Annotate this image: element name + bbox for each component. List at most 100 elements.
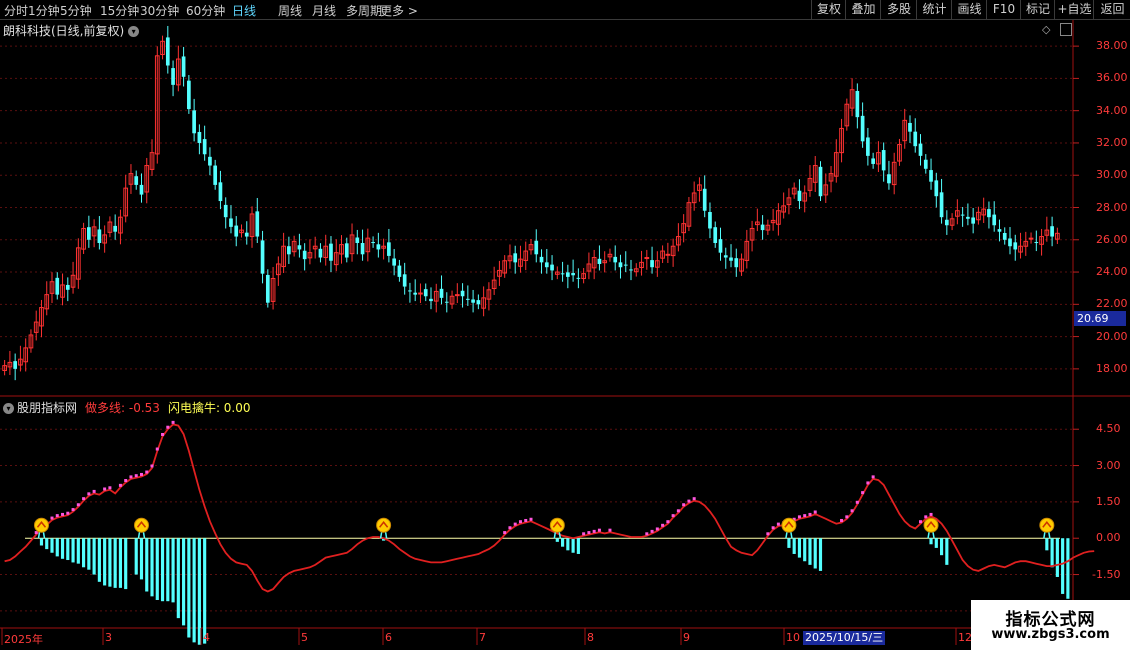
signal-stem	[558, 532, 562, 539]
candle-body-down	[571, 273, 575, 276]
candle-body-down	[397, 265, 402, 277]
signal-stem	[1043, 532, 1046, 539]
indicator-dot	[592, 529, 596, 533]
candle-body-down	[713, 227, 718, 243]
bull-signal-icon	[781, 517, 797, 533]
candle-body-down	[213, 165, 218, 185]
price-tick-label: 18.00	[1096, 361, 1128, 375]
indicator-dot	[50, 516, 54, 520]
price-tick-label: 20.00	[1096, 329, 1128, 343]
price-tick-label: 26.00	[1096, 232, 1128, 246]
date-label: 7	[479, 631, 486, 644]
indicator-dot	[61, 512, 65, 516]
candle-body-down	[729, 257, 733, 261]
watermark-url: www.zbgs3.com	[991, 627, 1110, 642]
candle-body-down	[708, 212, 712, 229]
indicator-dot	[661, 523, 665, 527]
indicator-dot	[650, 529, 654, 533]
candle-body-down	[866, 137, 870, 156]
candle-body-down	[871, 158, 875, 164]
indicator-dot	[171, 420, 175, 424]
indicator-dot	[850, 509, 854, 513]
candle-body-down	[550, 264, 554, 271]
indicator-dot	[55, 514, 59, 518]
candle-body-down	[355, 237, 360, 243]
candle-body-down	[192, 110, 196, 134]
date-label: 2025年	[4, 633, 43, 646]
candle-body-down	[597, 258, 602, 264]
indicator-tick-label: 3.00	[1096, 458, 1121, 472]
candle-body-down	[413, 292, 418, 295]
candle-body-down	[971, 217, 975, 224]
candle-body-down	[513, 253, 518, 263]
indicator-dot	[34, 531, 38, 535]
indicator-dot	[161, 432, 165, 436]
signal-stem	[384, 532, 388, 539]
indicator-dot	[66, 511, 70, 515]
bull-signal-icon	[133, 517, 149, 533]
bull-signal-icon	[33, 517, 49, 533]
candle-body-down	[629, 269, 633, 271]
indicator-dot	[503, 531, 507, 535]
candle-body-up	[644, 257, 650, 260]
indicator-dot	[676, 509, 680, 513]
candle-body-up	[454, 294, 460, 297]
candle-body-down	[208, 156, 212, 166]
indicator-dot	[139, 472, 143, 476]
indicator-dot	[771, 526, 775, 530]
candle-body-down	[718, 239, 723, 253]
indicator-dot	[597, 528, 601, 532]
indicator-dot	[508, 526, 512, 530]
candle-body-down	[387, 242, 391, 256]
signal-stem	[137, 532, 141, 539]
date-label: 4	[203, 631, 210, 644]
indicator-dot	[518, 520, 522, 524]
current-price-badge: 20.69	[1074, 311, 1126, 326]
signal-stem	[142, 532, 146, 539]
indicator-tick-label: -1.50	[1092, 567, 1121, 581]
signal-stem	[42, 532, 46, 539]
indicator-dot	[671, 514, 675, 518]
indicator-dot	[845, 515, 849, 519]
candle-body-down	[1002, 232, 1007, 240]
candle-body-down	[439, 288, 444, 298]
price-tick-label: 24.00	[1096, 265, 1128, 279]
candle-body-down	[966, 216, 970, 219]
candle-body-down	[423, 289, 428, 297]
indicator-dot	[134, 474, 138, 478]
candle-body-down	[255, 211, 260, 237]
indicator-dot	[108, 486, 112, 490]
candle-body-down	[187, 80, 191, 110]
candle-body-down	[376, 244, 381, 250]
indicator-dot	[929, 512, 933, 516]
candle-body-down	[929, 170, 933, 182]
candle-body-down	[171, 68, 175, 85]
bull-signal-icon	[549, 517, 565, 533]
indicator-dot	[766, 532, 770, 536]
indicator-dot	[855, 500, 859, 504]
candle-body-down	[939, 192, 944, 218]
candle-body-down	[244, 232, 249, 237]
indicator-tick-label: 4.50	[1096, 422, 1121, 436]
candle-body-down	[613, 256, 618, 263]
candle-body-down	[260, 240, 265, 274]
signal-stem	[37, 532, 41, 539]
indicator-dot	[919, 520, 923, 524]
chart-area[interactable]	[0, 0, 1130, 650]
candle-body-down	[297, 245, 302, 250]
candle-body-down	[287, 246, 291, 255]
price-tick-label: 38.00	[1096, 39, 1128, 53]
candle-body-down	[818, 166, 823, 197]
indicator-dot	[529, 517, 533, 521]
candle-body-down	[134, 176, 139, 185]
candle-body-down	[760, 224, 765, 231]
indicator-dot	[808, 512, 812, 516]
indicator-dot	[71, 508, 75, 512]
candle-body-down	[576, 277, 581, 279]
date-highlight-badge: 2025/10/15/三	[803, 631, 886, 645]
candle-body-down	[992, 214, 997, 226]
candle-body-down	[987, 209, 991, 218]
indicator-dot	[813, 510, 817, 514]
candle-body-down	[402, 274, 407, 287]
indicator-dot	[150, 464, 154, 468]
